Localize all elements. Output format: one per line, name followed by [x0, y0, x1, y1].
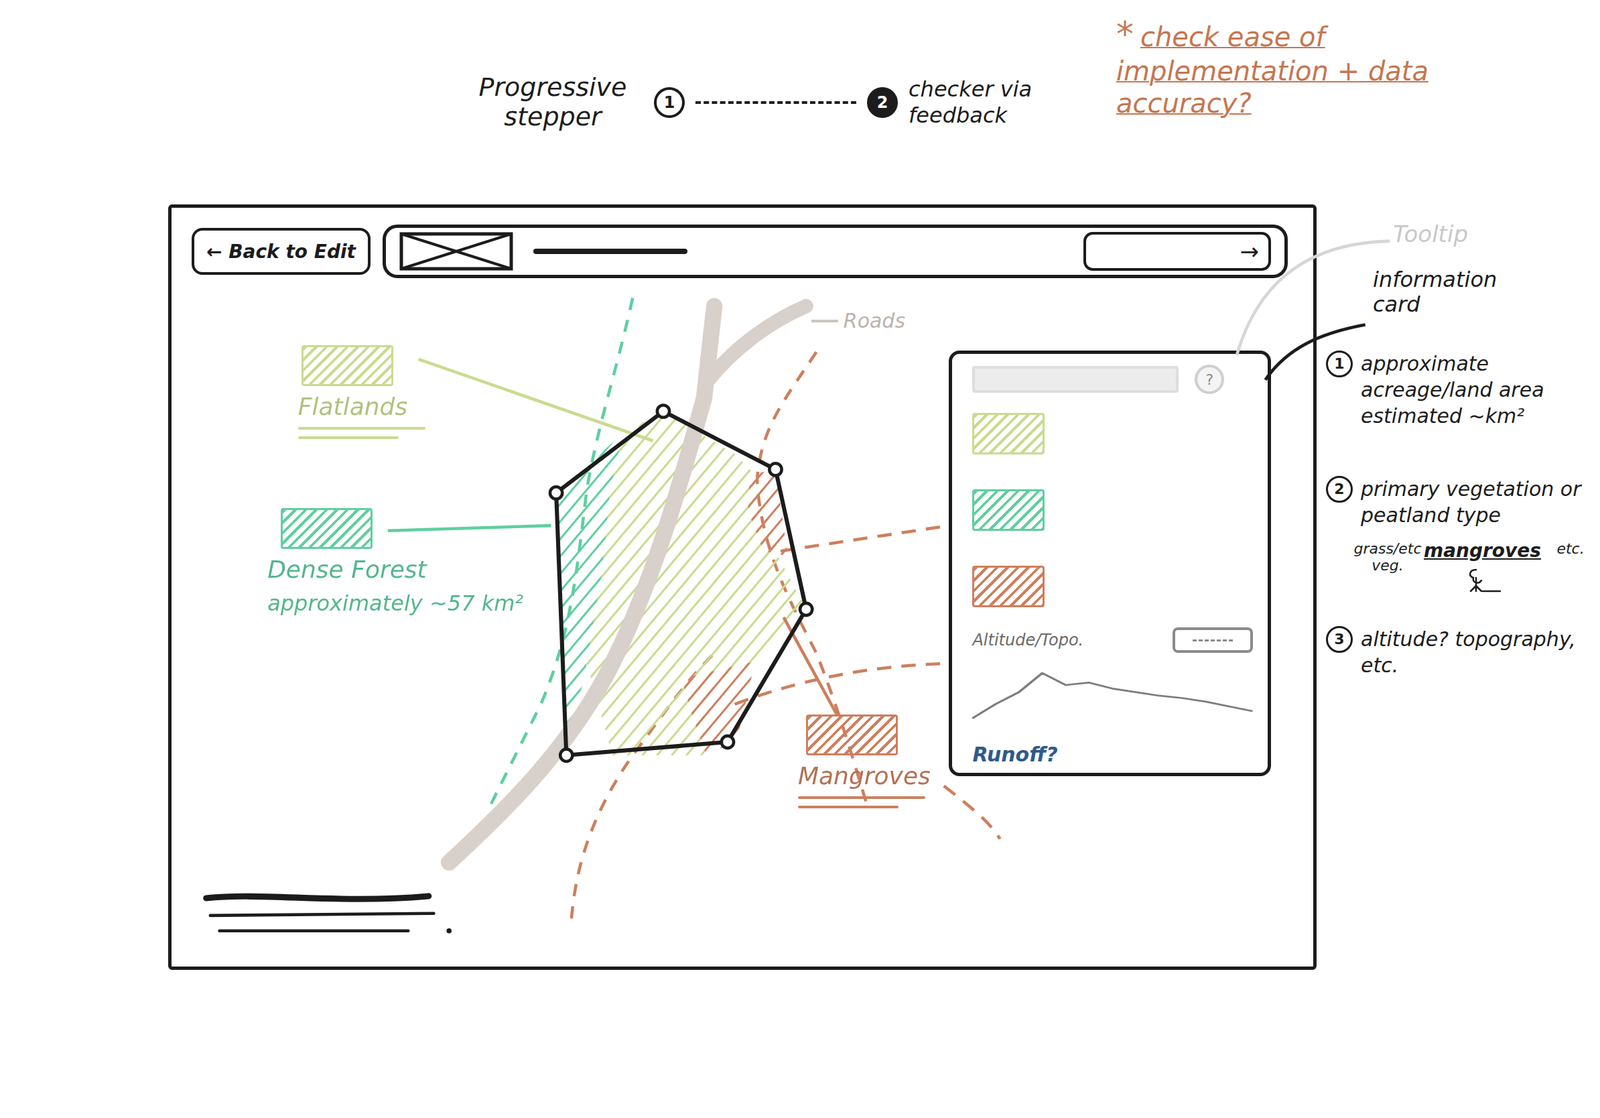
progressive-stepper: Progressive stepper 1 2 checker via feedbac… — [462, 73, 1070, 132]
region-name: Flatlands — [298, 392, 408, 421]
header-bar: → — [382, 224, 1288, 279]
vertex-handle[interactable] — [560, 749, 573, 762]
card-swatch — [972, 565, 1045, 608]
region-swatch — [301, 345, 394, 386]
next-button[interactable]: → — [1083, 231, 1272, 271]
vertex-handle[interactable] — [800, 603, 813, 616]
title-placeholder — [533, 248, 688, 254]
notes-column: Tooltip information card 1approximate acre… — [1325, 204, 1591, 692]
connector-line — [735, 663, 950, 705]
stepper-title: Progressive stepper — [462, 73, 644, 132]
top-bar: ← Back to Edit → — [171, 207, 1314, 295]
note-item: 2primary vegetation or peatland type gras… — [1325, 475, 1591, 593]
note-branch: grass/etc veg. — [1360, 540, 1415, 575]
card-header: ? — [972, 364, 1253, 394]
main-row: ← Back to Edit → Roads Flatlands Dense Fores… — [0, 204, 1600, 1118]
note-branches: grass/etc veg.mangroves etc. — [1360, 540, 1591, 593]
chart-header: Altitude/Topo. — [972, 627, 1253, 653]
connector-line — [944, 785, 1001, 839]
road — [706, 306, 807, 383]
card-legend — [972, 408, 1253, 608]
chart-title: Altitude/Topo. — [972, 630, 1084, 650]
road — [448, 306, 715, 863]
leader-line — [418, 359, 654, 441]
placeholder-line — [797, 805, 899, 809]
app-window: ← Back to Edit → Roads Flatlands Dense Fores… — [168, 204, 1317, 970]
chart-select[interactable] — [1172, 627, 1253, 653]
leader-line — [387, 525, 552, 531]
note-number: 1 — [1325, 350, 1353, 378]
altitude-chart — [972, 667, 1253, 728]
card-swatch — [972, 489, 1045, 531]
card-swatch — [972, 412, 1045, 455]
logo-placeholder-icon — [399, 231, 514, 271]
footer-placeholder — [206, 895, 451, 933]
note-number: 3 — [1325, 625, 1353, 653]
roads-label: Roads — [811, 308, 906, 333]
region-swatch — [806, 714, 898, 756]
region-legend[interactable]: Flatlands — [298, 345, 426, 439]
placeholder-line — [298, 426, 426, 430]
region-legend[interactable]: Mangroves — [797, 714, 931, 809]
vertex-handle[interactable] — [721, 735, 734, 748]
back-button[interactable]: ← Back to Edit — [191, 227, 371, 275]
stepper-note: checker via feedback — [908, 76, 1070, 128]
map-area[interactable]: Roads Flatlands Dense Forest approximately … — [171, 294, 1314, 967]
region-legend[interactable]: Dense Forest approximately ~57 km² — [267, 507, 524, 616]
connector-line — [780, 525, 949, 551]
stepper-step[interactable]: 2 — [867, 87, 898, 118]
altitude-line — [972, 672, 1253, 719]
tooltip-connector — [1236, 241, 1390, 356]
stepper-connector — [695, 101, 857, 104]
asterisk-mark: * — [1116, 13, 1134, 55]
vertex-handle[interactable] — [657, 404, 670, 417]
annotation-connectors — [0, 0, 1600, 1118]
region-name: Mangroves — [797, 761, 931, 790]
note-text: primary vegetation or peatland type — [1360, 475, 1591, 528]
region-area[interactable] — [747, 469, 788, 556]
region-name: Dense Forest — [267, 555, 427, 583]
region-detail: approximately ~57 km² — [267, 590, 524, 616]
note-number: 2 — [1325, 475, 1353, 503]
stepper-step[interactable]: 1 — [653, 87, 685, 118]
note-branch: mangroves — [1423, 540, 1542, 593]
vertex-handle[interactable] — [550, 486, 563, 499]
sketch-page: Progressive stepper 1 2 checker via feedbac… — [0, 0, 1600, 1118]
placeholder-line — [298, 436, 399, 439]
mangrove-icon — [1462, 565, 1503, 593]
placeholder-line — [797, 795, 926, 799]
note-text: approximate acreage/land area estimated … — [1360, 350, 1591, 429]
tooltip-note: Tooltip — [1392, 220, 1591, 248]
sketch-header: Progressive stepper 1 2 checker via feedbac… — [0, 0, 1600, 205]
vertex-handle[interactable] — [769, 462, 782, 476]
note-item: 3altitude? topography, etc. — [1325, 625, 1591, 679]
note-item: 1approximate acreage/land area estimated… — [1325, 350, 1591, 429]
card-title-placeholder — [972, 365, 1179, 393]
card-connector — [1264, 324, 1365, 380]
runoff-link[interactable]: Runoff? — [972, 742, 1253, 766]
card-note: information card — [1372, 267, 1548, 317]
region-area[interactable] — [586, 411, 807, 756]
information-card: ? Altitude/Topo. Runoff? — [948, 350, 1272, 776]
selection-outline[interactable] — [556, 411, 807, 756]
tooltip-trigger[interactable]: ? — [1194, 364, 1225, 394]
review-annotation: *check ease of implementation + data acc… — [1116, 13, 1532, 120]
note-text: altitude? topography, etc. — [1360, 625, 1591, 679]
note-branch: etc. — [1550, 540, 1591, 557]
region-swatch — [280, 507, 373, 549]
